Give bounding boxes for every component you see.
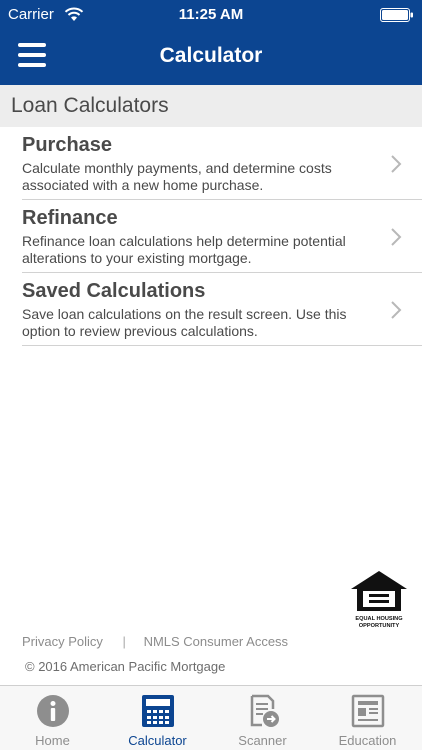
chevron-right-icon — [391, 228, 402, 246]
page-title: Calculator — [159, 44, 263, 67]
tab-label: Education — [338, 733, 397, 748]
footer-separator: | — [122, 634, 126, 649]
tab-calculator[interactable]: Calculator — [105, 686, 210, 750]
tab-label: Calculator — [128, 733, 187, 748]
tab-label: Home — [35, 733, 70, 748]
item-title: Refinance — [22, 207, 118, 229]
tab-home[interactable]: Home — [0, 686, 105, 750]
tab-label: Scanner — [238, 733, 287, 748]
calculator-icon — [142, 695, 174, 727]
privacy-policy-link[interactable]: Privacy Policy — [22, 634, 103, 649]
equal-housing-opportunity-logo: EQUAL HOUSING OPPORTUNITY — [351, 571, 407, 629]
chevron-right-icon — [391, 301, 402, 319]
nmls-consumer-access-link[interactable]: NMLS Consumer Access — [144, 634, 289, 649]
nav-bar: Calculator — [0, 30, 422, 85]
newspaper-icon — [351, 694, 385, 728]
battery-icon — [380, 8, 413, 22]
item-title: Saved Calculations — [22, 280, 206, 302]
copyright-text: © 2016 American Pacific Mortgage — [25, 659, 226, 674]
status-time: 11:25 AM — [178, 6, 244, 23]
scanner-icon — [250, 694, 279, 727]
info-icon — [37, 695, 69, 727]
svg-text:OPPORTUNITY: OPPORTUNITY — [359, 623, 400, 629]
app-header: Carrier 11:25 AM Calculator — [0, 0, 422, 85]
svg-text:EQUAL HOUSING: EQUAL HOUSING — [355, 616, 402, 622]
calculator-list: Purchase Calculate monthly payments, and… — [22, 127, 422, 346]
item-title: Purchase — [22, 134, 113, 156]
footer-links: Privacy Policy | NMLS Consumer Access — [22, 634, 288, 649]
section-header: Loan Calculators — [0, 85, 422, 127]
tab-scanner[interactable]: Scanner — [210, 686, 315, 750]
status-bar: Carrier 11:25 AM — [0, 0, 422, 30]
item-description: Refinance loan calculations help determi… — [22, 233, 346, 266]
item-description: Calculate monthly payments, and determin… — [22, 160, 332, 193]
list-item-refinance[interactable]: Refinance Refinance loan calculations he… — [22, 200, 422, 273]
item-description: Save loan calculations on the result scr… — [22, 306, 347, 339]
tab-education[interactable]: Education — [315, 686, 420, 750]
list-item-purchase[interactable]: Purchase Calculate monthly payments, and… — [22, 127, 422, 200]
tab-bar: Home Calculator Scanner Education — [0, 685, 422, 750]
list-item-saved-calculations[interactable]: Saved Calculations Save loan calculation… — [22, 273, 422, 346]
chevron-right-icon — [391, 155, 402, 173]
